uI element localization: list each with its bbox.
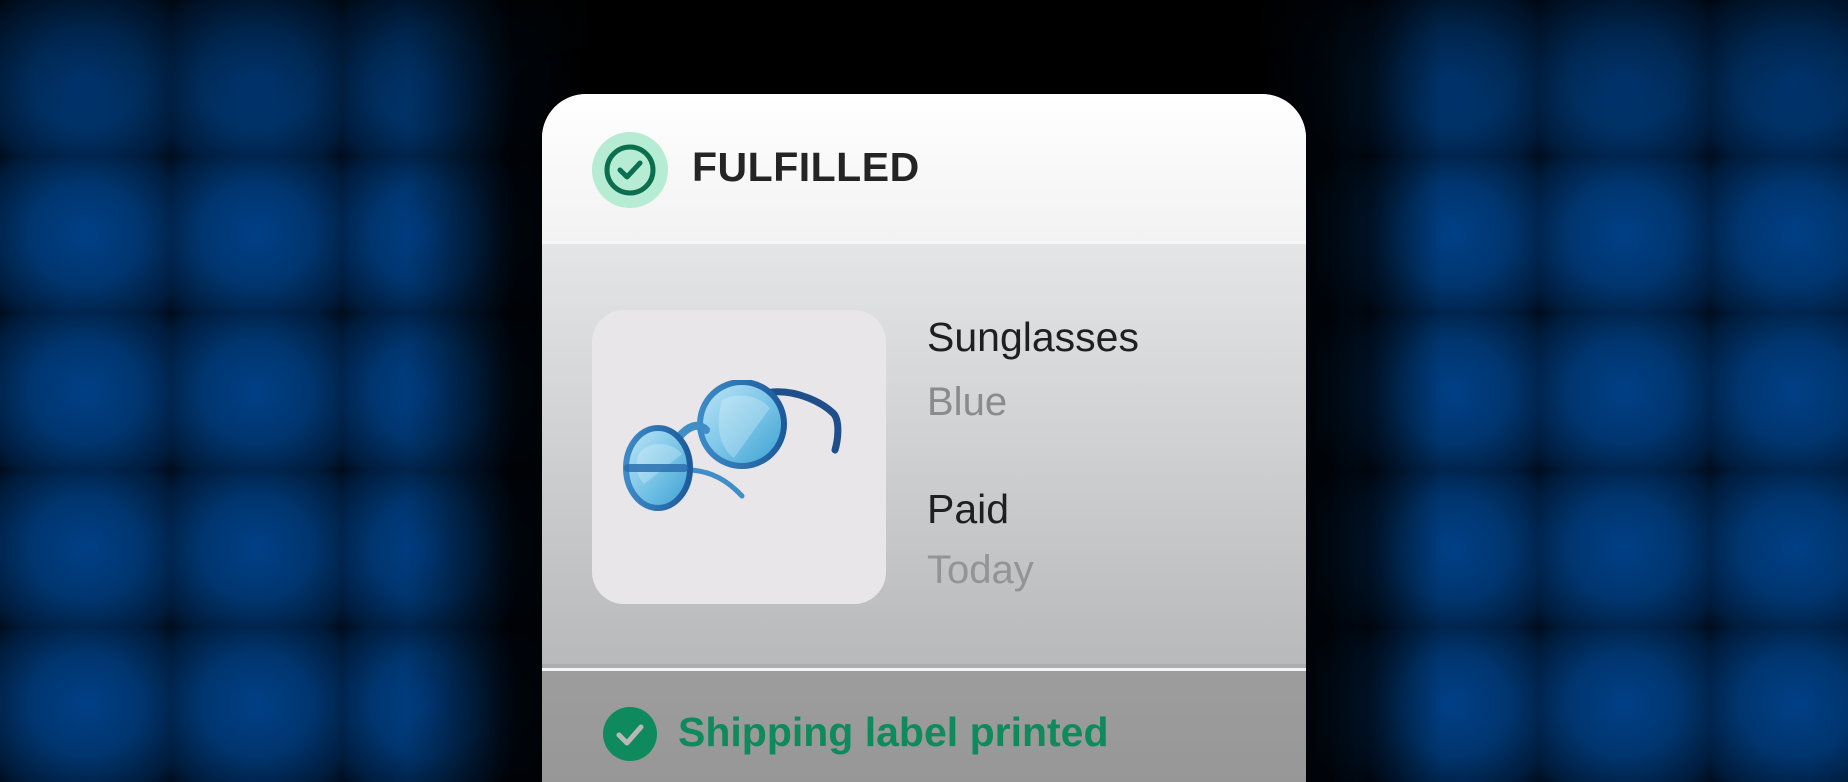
product-thumbnail[interactable] — [592, 310, 886, 604]
check-circle-filled-icon — [603, 707, 657, 761]
stage: FULFILLED Sunglasses Blue Paid Today Shi… — [0, 0, 1848, 782]
fulfillment-status: FULFILLED — [692, 144, 920, 190]
payment-status: Paid — [927, 486, 1010, 532]
product-name: Sunglasses — [927, 314, 1139, 360]
sunglasses-icon — [623, 380, 842, 511]
product-variant: Blue — [927, 380, 1008, 424]
shipping-status-row[interactable]: Shipping label printed — [542, 671, 1306, 782]
payment-date: Today — [927, 548, 1034, 592]
check-circle-icon-svg — [604, 144, 656, 196]
product-section: Sunglasses Blue Paid Today — [542, 244, 1306, 664]
shipping-status-text: Shipping label printed — [678, 709, 1109, 755]
check-circle-icon — [592, 132, 668, 208]
order-card: FULFILLED Sunglasses Blue Paid Today Shi… — [542, 94, 1306, 782]
card-header: FULFILLED — [542, 94, 1306, 244]
